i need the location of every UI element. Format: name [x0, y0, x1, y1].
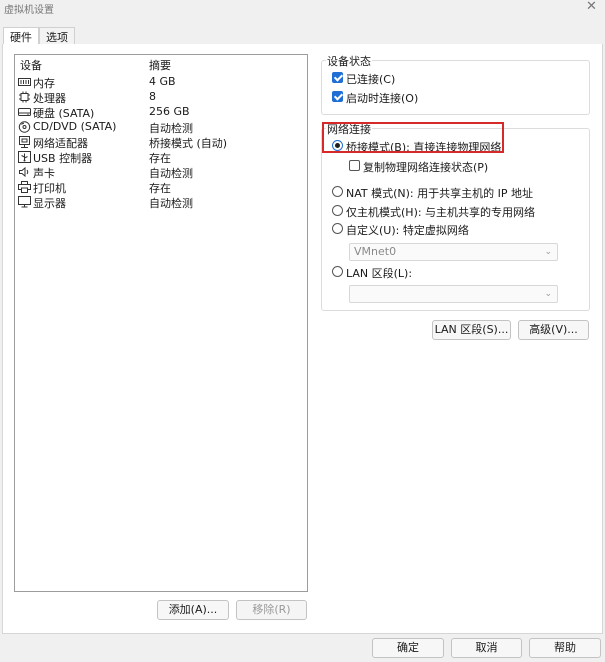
device-row-printer[interactable]: 打印机 存在	[15, 180, 307, 195]
device-name: 内存	[33, 77, 55, 90]
device-name: 显示器	[33, 197, 66, 210]
add-device-button[interactable]: 添加(A)...	[157, 600, 229, 620]
device-name: CD/DVD (SATA)	[33, 120, 117, 133]
speaker-icon	[19, 166, 29, 178]
custom-vmnet-select[interactable]: VMnet0 ⌄	[349, 243, 558, 261]
device-summary: 桥接模式 (自动)	[149, 137, 228, 150]
column-header-device[interactable]: 设备	[20, 57, 42, 73]
replicate-state-checkbox[interactable]	[349, 160, 360, 171]
connect-at-power-on-label[interactable]: 启动时连接(O)	[346, 90, 418, 106]
device-summary: 自动检测	[149, 122, 193, 135]
device-summary: 自动检测	[149, 197, 193, 210]
device-name: 打印机	[33, 182, 66, 195]
tab-options[interactable]: 选项	[39, 27, 75, 45]
device-summary: 存在	[149, 182, 171, 195]
device-list[interactable]: 设备 摘要 内存 4 GB 处理器 8 硬盘 (SATA) 256 GB CD/…	[14, 54, 308, 592]
network-adapter-icon	[19, 136, 30, 148]
device-summary: 256 GB	[149, 105, 190, 118]
chevron-down-icon: ⌄	[544, 289, 552, 299]
replicate-state-label[interactable]: 复制物理网络连接状态(P)	[363, 159, 488, 175]
custom-radio[interactable]	[332, 223, 343, 234]
remove-device-button[interactable]: 移除(R)	[236, 600, 307, 620]
cd-dvd-icon	[18, 121, 31, 133]
custom-vmnet-value: VMnet0	[354, 245, 397, 258]
device-row-display[interactable]: 显示器 自动检测	[15, 195, 307, 210]
device-row-usb-controller[interactable]: USB 控制器 存在	[15, 150, 307, 165]
custom-label[interactable]: 自定义(U): 特定虚拟网络	[346, 222, 469, 238]
ok-button[interactable]: 确定	[372, 638, 444, 658]
device-status-title: 设备状态	[326, 53, 372, 69]
nat-label[interactable]: NAT 模式(N): 用于共享主机的 IP 地址	[346, 185, 533, 201]
device-row-processor[interactable]: 处理器 8	[15, 90, 307, 105]
device-summary: 存在	[149, 152, 171, 165]
advanced-button[interactable]: 高级(V)...	[518, 320, 589, 340]
device-row-network-adapter[interactable]: 网络适配器 桥接模式 (自动)	[15, 135, 307, 150]
help-button[interactable]: 帮助	[529, 638, 601, 658]
host-only-label[interactable]: 仅主机模式(H): 与主机共享的专用网络	[346, 204, 535, 220]
nat-radio[interactable]	[332, 186, 343, 197]
cpu-icon	[19, 91, 30, 103]
lan-segment-label[interactable]: LAN 区段(L):	[346, 265, 412, 281]
title-bar: 虚拟机设置 ✕	[0, 0, 605, 20]
connected-label[interactable]: 已连接(C)	[346, 71, 395, 87]
device-row-hard-disk[interactable]: 硬盘 (SATA) 256 GB	[15, 105, 307, 120]
device-name: 网络适配器	[33, 137, 88, 150]
usb-icon	[18, 151, 31, 163]
printer-icon	[18, 181, 31, 193]
device-name: 声卡	[33, 167, 55, 180]
host-only-radio[interactable]	[332, 205, 343, 216]
hard-disk-icon	[18, 108, 31, 116]
monitor-icon	[18, 196, 31, 208]
lan-segment-select[interactable]: ⌄	[349, 285, 558, 303]
connected-checkbox[interactable]	[332, 72, 343, 83]
close-icon[interactable]: ✕	[586, 0, 597, 14]
chevron-down-icon: ⌄	[544, 247, 552, 257]
device-summary: 4 GB	[149, 75, 176, 88]
memory-icon	[18, 78, 31, 86]
device-name: 处理器	[33, 92, 66, 105]
device-summary: 8	[149, 90, 156, 103]
device-summary: 自动检测	[149, 167, 193, 180]
device-name: USB 控制器	[33, 152, 93, 165]
device-row-cd-dvd[interactable]: CD/DVD (SATA) 自动检测	[15, 120, 307, 135]
column-header-summary[interactable]: 摘要	[149, 57, 171, 73]
lan-segment-radio[interactable]	[332, 266, 343, 277]
highlight-box	[322, 122, 504, 153]
window-title: 虚拟机设置	[4, 5, 54, 16]
device-list-header: 设备 摘要	[15, 57, 307, 73]
cancel-button[interactable]: 取消	[451, 638, 522, 658]
device-row-sound-card[interactable]: 声卡 自动检测	[15, 165, 307, 180]
connect-at-power-on-checkbox[interactable]	[332, 91, 343, 102]
device-name: 硬盘 (SATA)	[33, 107, 95, 120]
lan-segments-button[interactable]: LAN 区段(S)...	[432, 320, 511, 340]
device-row-memory[interactable]: 内存 4 GB	[15, 75, 307, 90]
